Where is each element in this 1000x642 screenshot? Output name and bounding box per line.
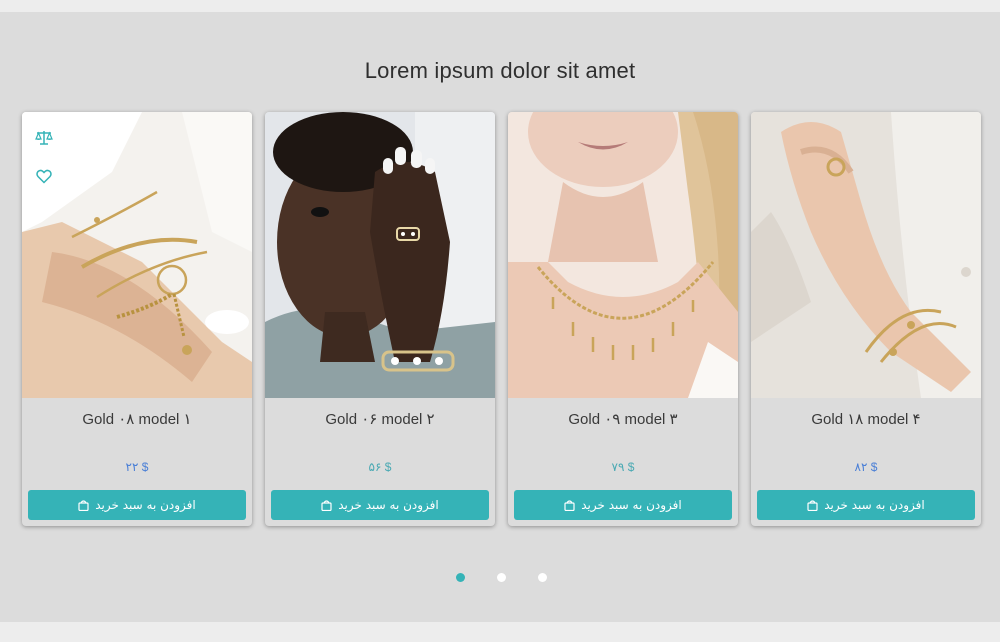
product-price: ۸۲ $ [854, 460, 878, 474]
shopping-bag-icon [78, 499, 89, 511]
add-to-cart-label: افزودن به سبد خرید [581, 498, 682, 512]
product-card[interactable]: Gold ۰۶ model ۲ ۵۶ $ افزودن به سبد خرید [265, 112, 495, 526]
carousel-dot-1[interactable] [456, 573, 465, 582]
shopping-bag-icon [564, 499, 575, 511]
product-price: ۵۶ $ [368, 460, 392, 474]
carousel-dot-2[interactable] [497, 573, 506, 582]
product-price: ۲۲ $ [125, 460, 149, 474]
product-price: ۷۹ $ [611, 460, 635, 474]
product-title[interactable]: Gold ۰۸ model ۱ [22, 410, 252, 428]
product-card[interactable]: Gold ۱۸ model ۴ ۸۲ $ افزودن به سبد خرید [751, 112, 981, 526]
product-image-rings[interactable] [265, 112, 495, 398]
section-title: Lorem ipsum dolor sit amet [364, 58, 636, 83]
compare-button[interactable] [34, 128, 54, 148]
add-to-cart-label: افزودن به سبد خرید [824, 498, 925, 512]
product-title[interactable]: Gold ۰۶ model ۲ [265, 410, 495, 428]
carousel-dot-3[interactable] [538, 573, 547, 582]
product-card[interactable]: Gold ۰۹ model ۳ ۷۹ $ افزودن به سبد خرید [508, 112, 738, 526]
product-title[interactable]: Gold ۰۹ model ۳ [508, 410, 738, 428]
product-card[interactable]: Gold ۰۸ model ۱ ۲۲ $ افزودن به سبد خرید [22, 112, 252, 526]
product-image-bracelets[interactable] [22, 112, 252, 398]
carousel-pagination [0, 573, 1000, 583]
wishlist-button[interactable] [34, 166, 54, 186]
add-to-cart-button[interactable]: افزودن به سبد خرید [757, 490, 975, 520]
scale-icon [35, 131, 53, 145]
heart-icon [36, 169, 52, 184]
add-to-cart-button[interactable]: افزودن به سبد خرید [514, 490, 732, 520]
add-to-cart-button[interactable]: افزودن به سبد خرید [271, 490, 489, 520]
product-title[interactable]: Gold ۱۸ model ۴ [751, 410, 981, 428]
product-image-necklace[interactable] [508, 112, 738, 398]
shopping-bag-icon [807, 499, 818, 511]
add-to-cart-label: افزودن به سبد خرید [338, 498, 439, 512]
add-to-cart-label: افزودن به سبد خرید [95, 498, 196, 512]
shopping-bag-icon [321, 499, 332, 511]
add-to-cart-button[interactable]: افزودن به سبد خرید [28, 490, 246, 520]
product-image-cuff[interactable] [751, 112, 981, 398]
